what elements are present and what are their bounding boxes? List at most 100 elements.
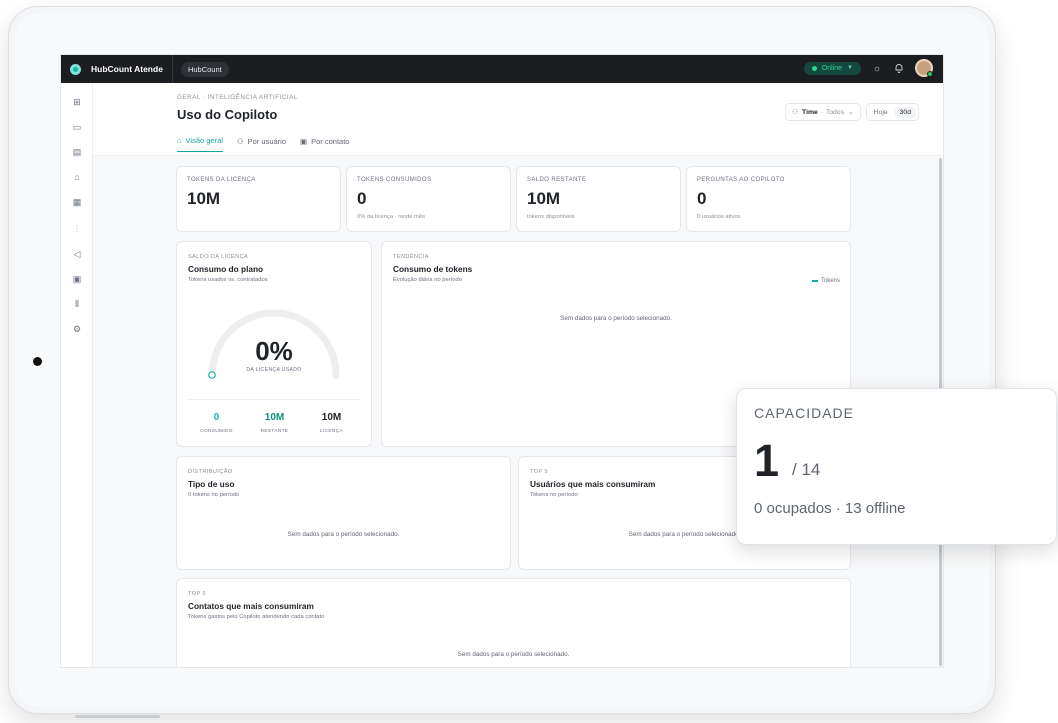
tab-label: Visão geral	[185, 136, 223, 145]
section-label: DISTRIBUIÇÃO	[188, 469, 233, 475]
section-title: Consumo de tokens	[393, 264, 473, 274]
section-label: SALDO DA LICENÇA	[188, 254, 249, 260]
empty-state: Sem dados para o período selecionado.	[457, 651, 570, 658]
kpi-value: 10M	[187, 189, 221, 208]
section-label: TOP 5	[188, 591, 206, 597]
avatar[interactable]	[915, 59, 933, 77]
capacity-total: / 14	[792, 460, 821, 479]
kpi-label: SALDO RESTANTE	[527, 177, 587, 183]
section-label: TOP 5	[530, 469, 548, 475]
top-bar: HubCount Atende HubCount Online ▼ ☼	[61, 55, 943, 83]
team-filter[interactable]: ⚇ Time · Todos ⌄	[784, 103, 861, 121]
app-name: HubCount Atende	[91, 64, 163, 74]
section-subtitle: 0 tokens no período	[188, 492, 240, 498]
stat-label: LICENÇA	[320, 429, 343, 434]
page-title: Uso do Copiloto	[177, 107, 278, 122]
camera-dot	[33, 357, 42, 366]
kpi-card-consumed: TOKENS CONSUMIDOS 0 0% da licença · nest…	[346, 166, 511, 232]
chart-icon[interactable]: ⫶	[72, 224, 82, 234]
kpi-value: 0	[357, 189, 367, 208]
stat-label: CONSUMIDO	[200, 429, 233, 434]
users-icon: ⚇	[791, 109, 799, 116]
gauge-label: DA LICENÇA USADO	[246, 367, 302, 373]
section-subtitle: Tokens usados vs. contratados	[188, 277, 268, 283]
gear-icon[interactable]: ⚙	[72, 324, 82, 334]
chevron-down-icon: ⌄	[847, 109, 854, 116]
library-icon[interactable]: ⫴	[72, 299, 82, 309]
legend-label: Tokens	[820, 278, 840, 284]
section-title: Contatos que mais consumiram	[188, 601, 314, 611]
device-edge	[75, 715, 160, 718]
capacity-breakdown: 0 ocupados · 13 offline	[754, 500, 906, 517]
stat-value: 10M	[264, 412, 285, 423]
kpi-label: TOKENS CONSUMIDOS	[357, 177, 432, 183]
stat-license: 10M LICENÇA	[304, 412, 359, 434]
capacity-value: 1	[754, 435, 780, 486]
document-icon[interactable]: ▦	[72, 197, 82, 207]
kpi-card-remaining: SALDO RESTANTE 10M tokens disponíveis	[516, 166, 681, 232]
tab-label: Por usuário	[247, 136, 287, 146]
status-label: Online	[821, 64, 843, 72]
empty-state: Sem dados para o período selecionado.	[287, 531, 400, 538]
inbox-icon[interactable]: ▤	[72, 147, 82, 157]
capacity-label: CAPACIDADE	[754, 405, 854, 421]
sidebar: ⊞ ▭ ▤ ⌂ ▦ ⫶ ◁ ▣ ⫴ ⚙	[61, 83, 93, 667]
section-subtitle: Tokens no período	[530, 492, 578, 498]
kpi-sub: 0% da licença · neste mês	[357, 214, 425, 220]
gauge-percent: 0%	[255, 336, 293, 366]
tab-per-contact[interactable]: ▣ Por contato	[300, 136, 349, 152]
kpi-sub: tokens disponíveis	[527, 214, 575, 220]
users-icon: ⚇	[236, 136, 244, 146]
workspace-switcher[interactable]: HubCount	[180, 61, 229, 77]
kpi-value: 10M	[527, 189, 561, 208]
team-filter-value: · Todos	[821, 108, 844, 116]
section-title: Usuários que mais consumiram	[530, 479, 656, 489]
app-logo[interactable]	[70, 63, 81, 75]
section-subtitle: Evolução diária no período	[393, 277, 462, 283]
bell-icon[interactable]	[893, 62, 905, 74]
balance-card: SALDO DA LICENÇA Consumo do plano Tokens…	[176, 241, 372, 447]
range-30d-button[interactable]: 30d	[894, 106, 916, 118]
app-screen: HubCount Atende HubCount Online ▼ ☼ ⊞ ▭ ▤ ⌂…	[60, 54, 944, 668]
sun-icon[interactable]: ☼	[871, 62, 883, 74]
chevron-down-icon: ▼	[847, 65, 853, 71]
robot-icon[interactable]: ⌂	[72, 172, 82, 182]
kpi-label: PERGUNTAS AO COPILOTO	[697, 177, 785, 183]
section-label: TENDÊNCIA	[393, 254, 429, 260]
home-icon: ⌂	[177, 136, 182, 145]
date-range-toggle: Hoje 30d	[865, 103, 919, 121]
distribution-card: DISTRIBUIÇÃO Tipo de uso 0 tokens no per…	[176, 456, 511, 570]
kpi-label: TOKENS DA LICENÇA	[187, 177, 256, 183]
online-dot	[811, 65, 817, 71]
megaphone-icon[interactable]: ◁	[72, 249, 82, 259]
kpi-sub: 0 usuários ativos	[697, 214, 741, 220]
empty-state: Sem dados para o período selecionado.	[560, 315, 672, 322]
chart-legend: Tokens	[811, 278, 840, 284]
chat-icon[interactable]: ▭	[72, 122, 82, 132]
stat-consumed: 0 CONSUMIDO	[189, 412, 244, 434]
legend-swatch	[811, 280, 818, 282]
breadcrumb: GERAL · INTELIGÊNCIA ARTIFICIAL	[177, 94, 298, 101]
kpi-value: 0	[697, 189, 707, 208]
top-contacts-card: TOP 5 Contatos que mais consumiram Token…	[176, 578, 851, 667]
tab-bar: ⌂ Visão geral ⚇ Por usuário ▣ Por contat…	[177, 136, 349, 152]
section-title: Consumo do plano	[188, 264, 264, 274]
billing-icon[interactable]: ▣	[72, 274, 82, 284]
tab-overview[interactable]: ⌂ Visão geral	[177, 136, 223, 152]
divider	[188, 399, 360, 400]
section-title: Tipo de uso	[188, 479, 235, 489]
kpi-card-license: TOKENS DA LICENÇA 10M	[176, 166, 341, 232]
stat-label: RESTANTE	[260, 429, 289, 434]
section-subtitle: Tokens gastos pelo Copiloto atendendo ca…	[188, 614, 325, 620]
stat-remaining: 10M RESTANTE	[247, 412, 302, 434]
capacity-popover: CAPACIDADE 1 / 14 0 ocupados · 13 offlin…	[736, 388, 1057, 545]
status-dropdown[interactable]: Online ▼	[803, 61, 861, 75]
tab-per-user[interactable]: ⚇ Por usuário	[237, 136, 286, 152]
grid-icon[interactable]: ⊞	[72, 97, 82, 107]
avatar-status-dot	[927, 71, 933, 77]
stat-value: 10M	[321, 412, 342, 423]
kpi-card-questions: PERGUNTAS AO COPILOTO 0 0 usuários ativo…	[686, 166, 851, 232]
range-today-button[interactable]: Hoje	[869, 107, 893, 118]
page-header: GERAL · INTELIGÊNCIA ARTIFICIAL Uso do C…	[93, 83, 943, 156]
contact-icon: ▣	[300, 136, 308, 146]
